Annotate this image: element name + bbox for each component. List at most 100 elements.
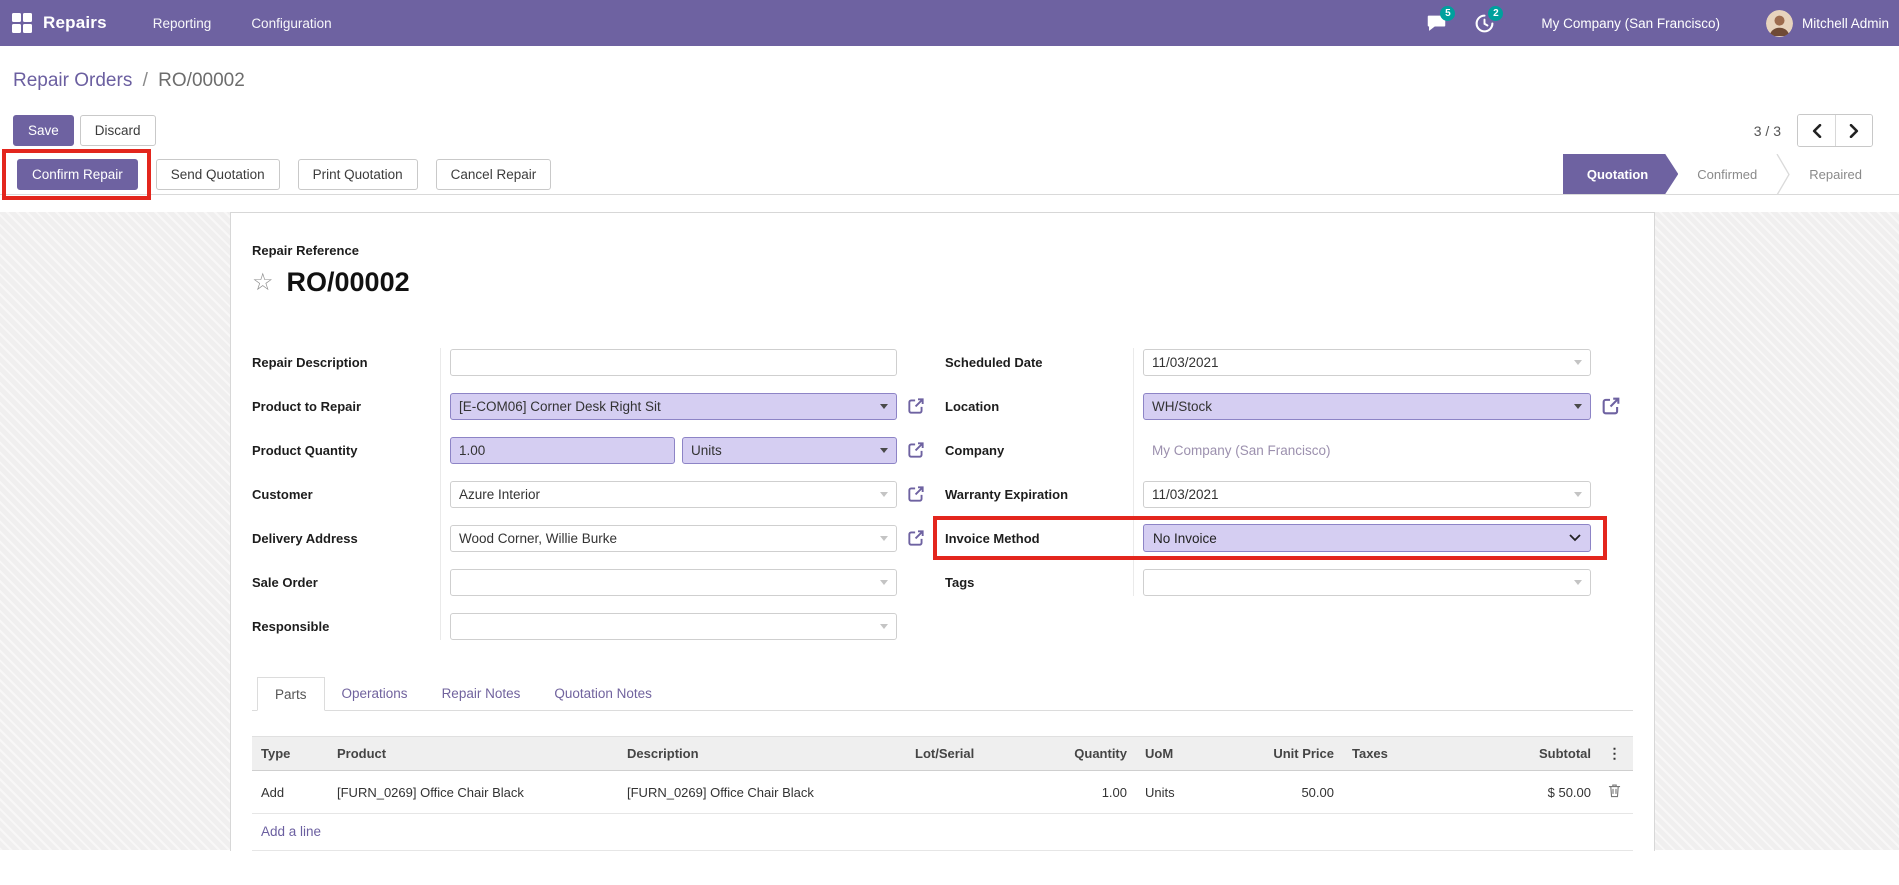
content-background: Repair Reference ☆ RO/00002 Repair Descr… — [0, 212, 1899, 851]
col-subtotal[interactable]: Subtotal — [1403, 736, 1600, 771]
tags-field — [1143, 568, 1591, 596]
delivery-address-row: Delivery Address — [252, 524, 933, 552]
title-row: ☆ RO/00002 — [252, 267, 1633, 298]
print-quotation-button[interactable]: Print Quotation — [297, 158, 418, 190]
col-quantity[interactable]: Quantity — [1023, 736, 1136, 771]
col-unit-price[interactable]: Unit Price — [1233, 736, 1343, 771]
invoice-method-value: No Invoice — [1153, 530, 1217, 546]
messages-icon[interactable]: 5 — [1423, 6, 1456, 35]
col-uom[interactable]: UoM — [1136, 736, 1233, 771]
col-product[interactable]: Product — [328, 736, 618, 771]
table-options-kebab-icon[interactable]: ⋮ — [1608, 745, 1622, 761]
state-repaired[interactable]: Repaired — [1790, 154, 1881, 194]
navbar-menu: Reporting Configuration — [153, 16, 332, 31]
user-menu[interactable]: Mitchell Admin — [1802, 16, 1889, 31]
product-to-repair-input[interactable] — [459, 398, 888, 414]
responsible-input[interactable] — [459, 618, 888, 634]
pager-next-button[interactable] — [1835, 115, 1872, 146]
confirm-repair-button[interactable]: Confirm Repair — [17, 158, 138, 190]
cancel-repair-button[interactable]: Cancel Repair — [435, 158, 552, 190]
dropdown-caret-icon[interactable] — [880, 579, 888, 585]
warranty-expiration-input[interactable] — [1152, 486, 1582, 502]
delivery-address-input[interactable] — [459, 530, 888, 546]
delivery-address-external-link-icon[interactable] — [906, 528, 926, 548]
discard-button[interactable]: Discard — [79, 115, 156, 146]
company-switcher[interactable]: My Company (San Francisco) — [1541, 16, 1720, 31]
col-lot-serial[interactable]: Lot/Serial — [906, 736, 1023, 771]
cell-quantity[interactable]: 1.00 — [1023, 770, 1136, 814]
save-button[interactable]: Save — [13, 115, 74, 146]
dropdown-caret-icon[interactable] — [880, 403, 888, 409]
activities-icon[interactable]: 2 — [1471, 6, 1504, 35]
dropdown-caret-icon[interactable] — [1574, 403, 1582, 409]
tab-parts[interactable]: Parts — [257, 677, 325, 711]
product-to-repair-external-link-icon[interactable] — [906, 396, 926, 416]
cell-lot-serial[interactable] — [906, 770, 1023, 814]
product-to-repair-field — [450, 392, 897, 420]
dropdown-caret-icon[interactable] — [1574, 359, 1582, 365]
location-external-link-icon[interactable] — [1600, 395, 1622, 417]
state-quotation[interactable]: Quotation — [1563, 154, 1678, 194]
send-quotation-button[interactable]: Send Quotation — [155, 158, 280, 190]
col-taxes[interactable]: Taxes — [1343, 736, 1403, 771]
uom-external-link-icon[interactable] — [906, 440, 926, 460]
product-to-repair-row: Product to Repair — [252, 392, 933, 420]
menu-configuration[interactable]: Configuration — [251, 16, 331, 31]
delivery-address-field — [450, 524, 897, 552]
cell-type[interactable]: Add — [252, 770, 328, 814]
menu-reporting[interactable]: Reporting — [153, 16, 212, 31]
location-label: Location — [945, 398, 1000, 414]
tags-input[interactable] — [1152, 574, 1582, 590]
customer-input[interactable] — [459, 486, 888, 502]
avatar[interactable] — [1765, 9, 1793, 37]
cell-description[interactable]: [FURN_0269] Office Chair Black — [618, 770, 906, 814]
tab-operations[interactable]: Operations — [325, 677, 425, 711]
dropdown-caret-icon[interactable] — [880, 535, 888, 541]
location-row: Location — [945, 392, 1626, 420]
cell-product[interactable]: [FURN_0269] Office Chair Black — [328, 770, 618, 814]
form-right-column: Scheduled Date Location — [933, 348, 1626, 596]
tags-row: Tags — [945, 568, 1626, 596]
breadcrumb-repair-orders[interactable]: Repair Orders — [13, 70, 132, 91]
product-quantity-input[interactable] — [459, 442, 666, 458]
apps-grid-icon[interactable] — [12, 13, 32, 33]
tab-repair-notes[interactable]: Repair Notes — [425, 677, 538, 711]
product-quantity-field — [450, 436, 675, 464]
delete-row-trash-icon[interactable] — [1608, 784, 1621, 801]
cell-uom[interactable]: Units — [1136, 770, 1233, 814]
sale-order-input[interactable] — [459, 574, 888, 590]
add-a-line-link[interactable]: Add a line — [252, 813, 1633, 851]
customer-external-link-icon[interactable] — [906, 484, 926, 504]
dropdown-caret-icon[interactable] — [1574, 579, 1582, 585]
company-value: My Company (San Francisco) — [1152, 442, 1331, 458]
repair-description-input[interactable] — [459, 354, 888, 370]
scheduled-date-input[interactable] — [1152, 354, 1582, 370]
cell-taxes[interactable] — [1343, 770, 1403, 814]
table-row[interactable]: Add [FURN_0269] Office Chair Black [FURN… — [252, 770, 1633, 814]
activities-badge: 2 — [1488, 6, 1504, 21]
select-chevron-down-icon — [1569, 534, 1581, 542]
col-description[interactable]: Description — [618, 736, 906, 771]
uom-input[interactable] — [691, 442, 888, 458]
invoice-method-label: Invoice Method — [945, 530, 1040, 546]
app-name[interactable]: Repairs — [43, 13, 107, 33]
invoice-method-select[interactable]: No Invoice — [1143, 524, 1591, 552]
company-label: Company — [945, 442, 1005, 458]
favorite-star-icon[interactable]: ☆ — [252, 270, 274, 295]
repair-description-row: Repair Description — [252, 348, 933, 376]
dropdown-caret-icon[interactable] — [880, 491, 888, 497]
responsible-field — [450, 612, 897, 640]
dropdown-caret-icon[interactable] — [880, 447, 888, 453]
state-confirmed[interactable]: Confirmed — [1678, 154, 1776, 194]
warranty-expiration-label: Warranty Expiration — [945, 486, 1069, 502]
location-input[interactable] — [1152, 398, 1582, 414]
tab-quotation-notes[interactable]: Quotation Notes — [537, 677, 669, 711]
repair-reference-label: Repair Reference — [252, 243, 359, 258]
dropdown-caret-icon[interactable] — [880, 623, 888, 629]
pager-previous-button[interactable] — [1798, 115, 1835, 146]
statusbar-states: Quotation Confirmed Repaired — [1563, 153, 1899, 195]
col-type[interactable]: Type — [252, 736, 328, 771]
cell-unit-price[interactable]: 50.00 — [1233, 770, 1343, 814]
dropdown-caret-icon[interactable] — [1574, 491, 1582, 497]
messages-badge: 5 — [1440, 6, 1456, 21]
